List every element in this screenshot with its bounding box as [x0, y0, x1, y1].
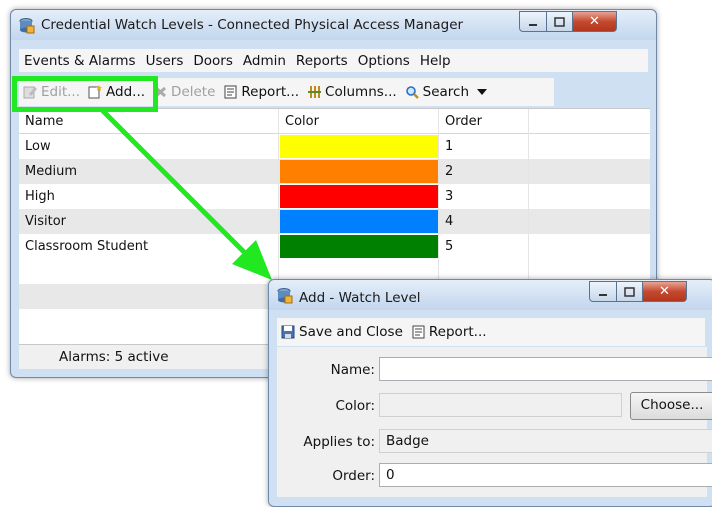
- save-and-close-button[interactable]: Save and Close: [277, 324, 407, 340]
- color-field: [379, 393, 622, 417]
- name-input[interactable]: [379, 357, 712, 381]
- order-input[interactable]: 0: [379, 463, 712, 487]
- dialog-database-icon: [277, 288, 293, 304]
- maximize-icon: [624, 286, 635, 297]
- dialog-report-button[interactable]: Report...: [407, 324, 491, 340]
- minimize-icon: [599, 293, 607, 296]
- color-row: Color: Choose...: [277, 392, 712, 422]
- choose-color-button[interactable]: Choose...: [630, 392, 712, 420]
- report-icon: [412, 325, 425, 339]
- dialog-maximize-button[interactable]: [617, 281, 643, 302]
- color-label: Color:: [335, 398, 375, 414]
- save-icon: [281, 325, 295, 339]
- dialog-close-button[interactable]: ✕: [643, 281, 687, 302]
- dialog-toolbar: Save and Close Report...: [277, 318, 705, 346]
- name-row: Name:: [277, 356, 712, 386]
- applies-to-field: Badge: [379, 429, 712, 453]
- add-watch-level-dialog: Add - Watch Level ✕ Save and Close Repor…: [268, 279, 712, 507]
- order-label: Order:: [332, 468, 375, 484]
- applies-to-label: Applies to:: [303, 434, 375, 450]
- applies-to-row: Applies to: Badge: [277, 428, 712, 458]
- dialog-title: Add - Watch Level: [299, 290, 421, 306]
- name-label: Name:: [330, 362, 375, 378]
- dialog-minimize-button[interactable]: [589, 281, 617, 302]
- close-icon: ✕: [659, 284, 670, 299]
- dialog-titlebar[interactable]: Add - Watch Level ✕: [269, 280, 712, 310]
- order-row: Order: 0: [277, 462, 712, 492]
